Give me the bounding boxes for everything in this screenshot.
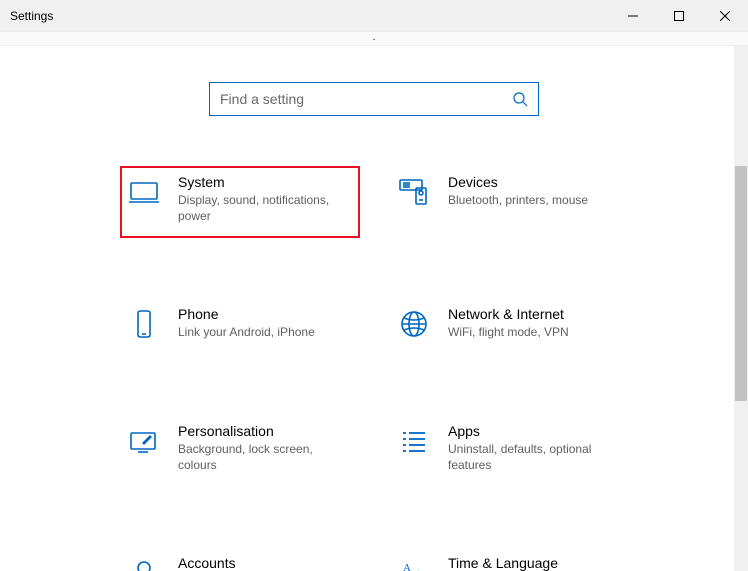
tile-title: System — [178, 174, 348, 190]
tile-title: Time & Language — [448, 555, 559, 571]
tile-time-language[interactable]: A 字 Time & Language Speech, region, date — [390, 547, 630, 571]
window-controls — [610, 0, 748, 32]
tile-personalisation[interactable]: Personalisation Background, lock screen,… — [120, 415, 360, 487]
maximize-button[interactable] — [656, 0, 702, 32]
apps-icon — [398, 425, 430, 457]
titlebar: Settings — [0, 0, 748, 32]
tile-desc: Uninstall, defaults, optional features — [448, 441, 618, 473]
search-icon — [512, 91, 528, 107]
subhead: - — [0, 32, 748, 46]
tile-desc: Display, sound, notifications, power — [178, 192, 348, 224]
system-icon — [128, 176, 160, 208]
tile-apps[interactable]: Apps Uninstall, defaults, optional featu… — [390, 415, 630, 487]
content-area: System Display, sound, notifications, po… — [0, 46, 748, 571]
tile-desc: WiFi, flight mode, VPN — [448, 324, 569, 340]
phone-icon — [128, 308, 160, 340]
search-input[interactable] — [220, 91, 512, 107]
svg-text:A: A — [403, 562, 411, 571]
tile-desc: Background, lock screen, colours — [178, 441, 348, 473]
tile-phone[interactable]: Phone Link your Android, iPhone — [120, 298, 360, 354]
window-title: Settings — [10, 9, 53, 23]
tile-network[interactable]: Network & Internet WiFi, flight mode, VP… — [390, 298, 630, 354]
tile-system[interactable]: System Display, sound, notifications, po… — [120, 166, 360, 238]
close-button[interactable] — [702, 0, 748, 32]
scrollbar-track[interactable] — [734, 46, 748, 571]
minimize-button[interactable] — [610, 0, 656, 32]
tile-devices[interactable]: Devices Bluetooth, printers, mouse — [390, 166, 630, 238]
scrollbar-thumb[interactable] — [735, 166, 747, 401]
time-language-icon: A 字 — [398, 557, 430, 571]
devices-icon — [398, 176, 430, 208]
tile-title: Devices — [448, 174, 588, 190]
accounts-icon — [128, 557, 160, 571]
tile-title: Accounts — [178, 555, 348, 571]
personalisation-icon — [128, 425, 160, 457]
search-box[interactable] — [209, 82, 539, 116]
search-wrap — [0, 46, 748, 166]
tile-desc: Link your Android, iPhone — [178, 324, 315, 340]
tile-title: Network & Internet — [448, 306, 569, 322]
tile-title: Phone — [178, 306, 315, 322]
tile-desc: Bluetooth, printers, mouse — [448, 192, 588, 208]
globe-icon — [398, 308, 430, 340]
settings-grid: System Display, sound, notifications, po… — [120, 166, 748, 571]
tile-title: Apps — [448, 423, 618, 439]
tile-title: Personalisation — [178, 423, 348, 439]
tile-accounts[interactable]: Accounts Your accounts, email, sync, wor… — [120, 547, 360, 571]
